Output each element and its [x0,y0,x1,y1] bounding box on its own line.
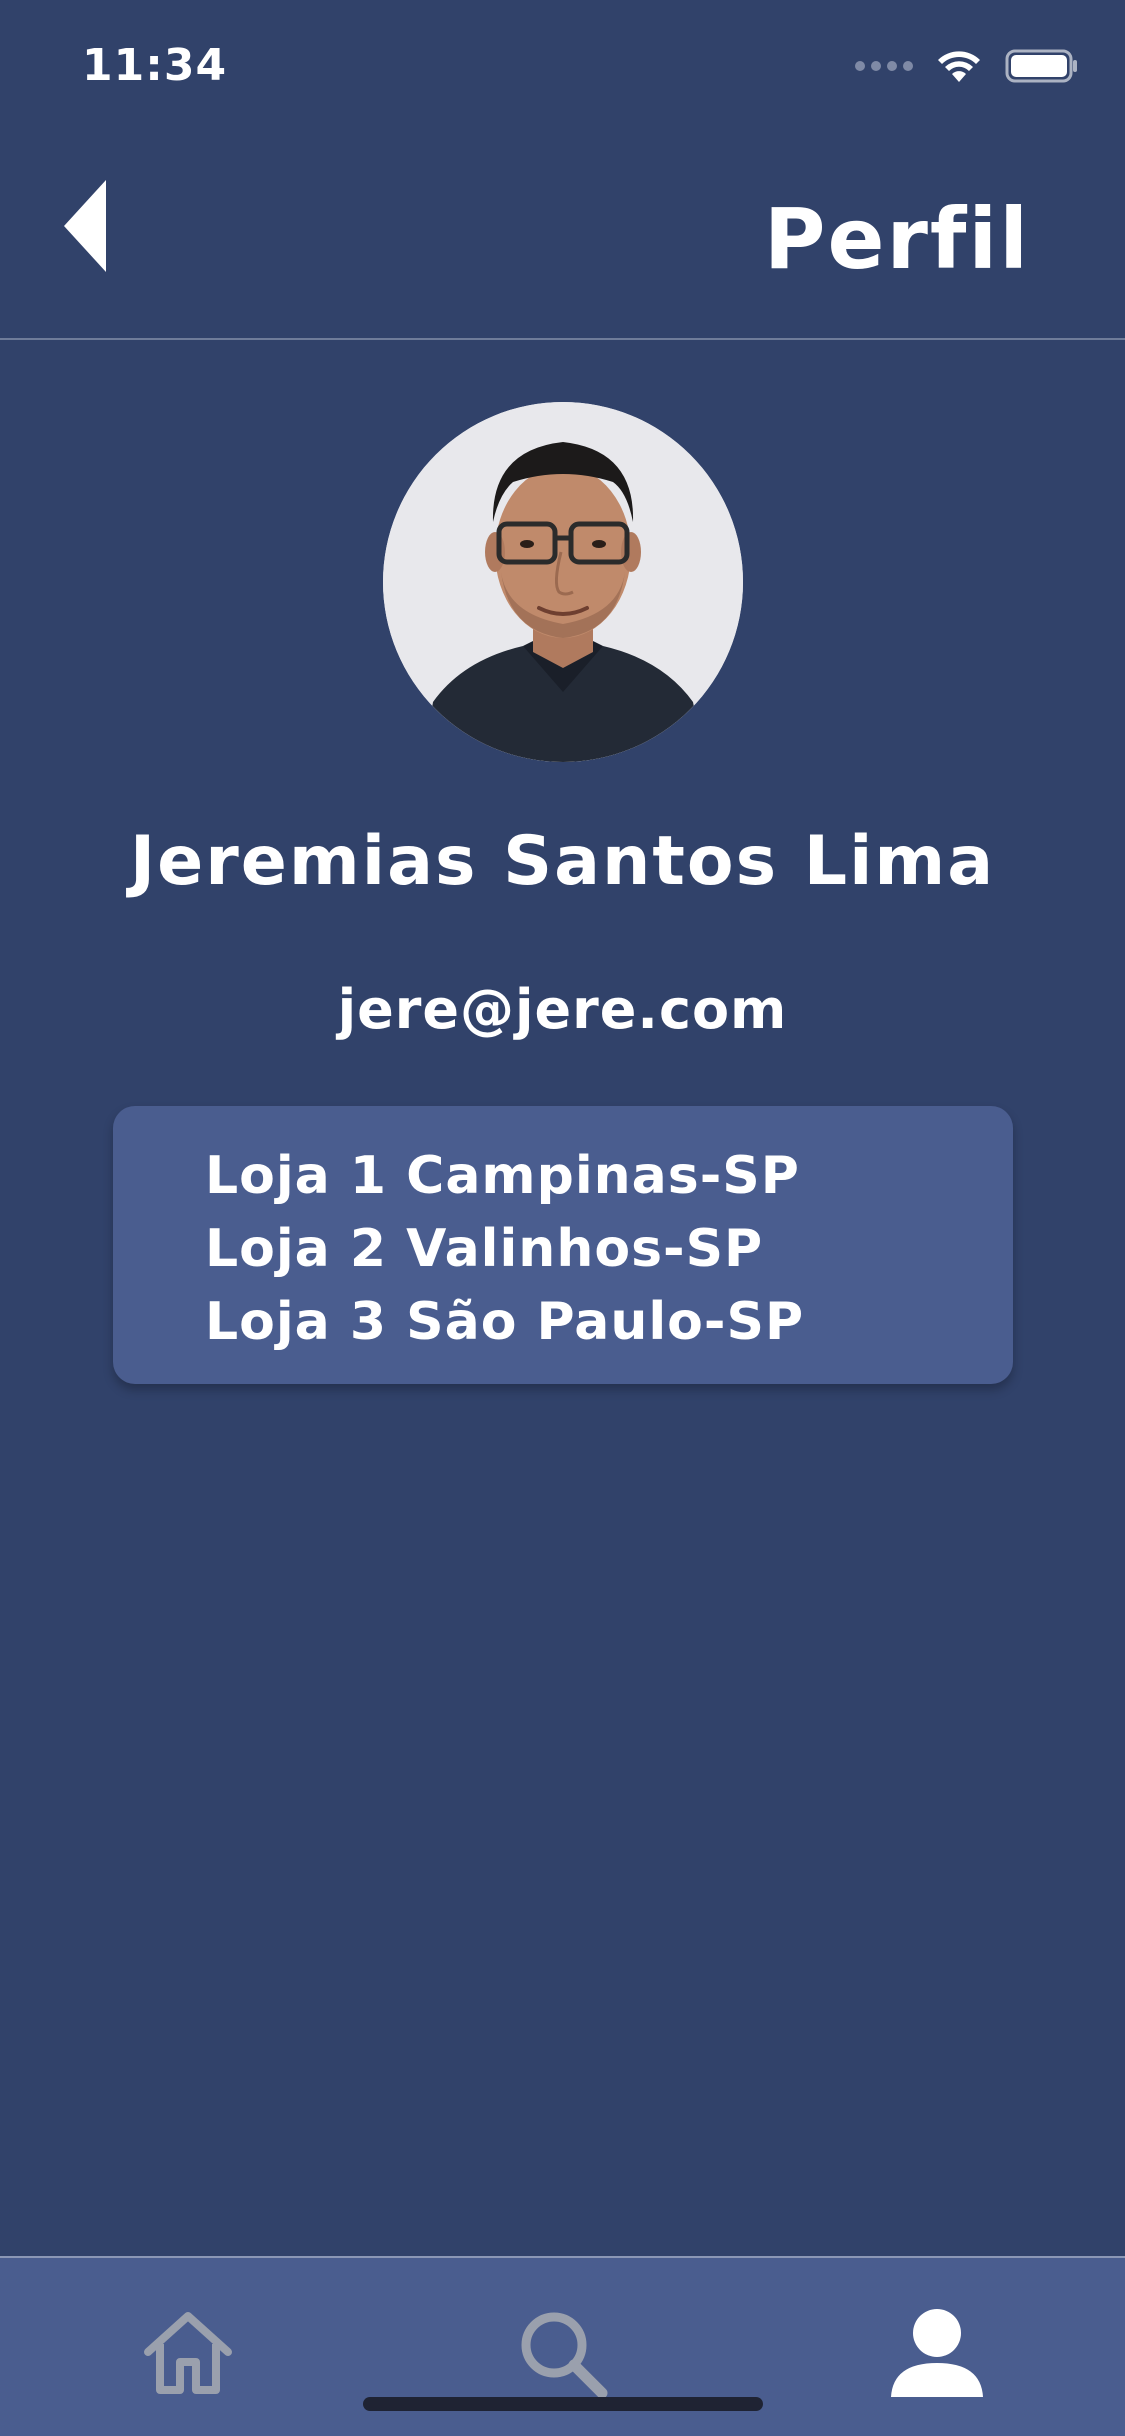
signal-dots-icon [855,61,913,71]
page-title: Perfil [763,190,1030,288]
tab-search[interactable] [502,2298,622,2408]
back-triangle-icon [64,180,106,272]
wifi-icon [938,51,980,82]
search-icon [521,2312,608,2399]
tab-home[interactable] [128,2298,248,2408]
profile-name: Jeremias Santos Lima [129,822,996,901]
status-bar: 11:34 [0,0,1125,132]
header: Perfil [0,132,1125,340]
tab-profile[interactable] [877,2298,997,2408]
battery-icon [1005,49,1077,83]
person-icon [891,2309,983,2397]
home-indicator [363,2397,763,2411]
store-item: Loja 3 São Paulo-SP [205,1292,805,1352]
status-icons [855,48,1079,84]
back-button[interactable] [58,176,118,276]
store-item: Loja 1 Campinas-SP [205,1146,800,1206]
avatar-photo [383,402,743,762]
home-icon [144,2312,232,2394]
stores-card: Loja 1 Campinas-SP Loja 2 Valinhos-SP Lo… [113,1106,1013,1384]
avatar [383,402,743,762]
profile-email: jere@jere.com [337,978,788,1041]
status-time: 11:34 [82,40,228,91]
store-item: Loja 2 Valinhos-SP [205,1219,764,1279]
